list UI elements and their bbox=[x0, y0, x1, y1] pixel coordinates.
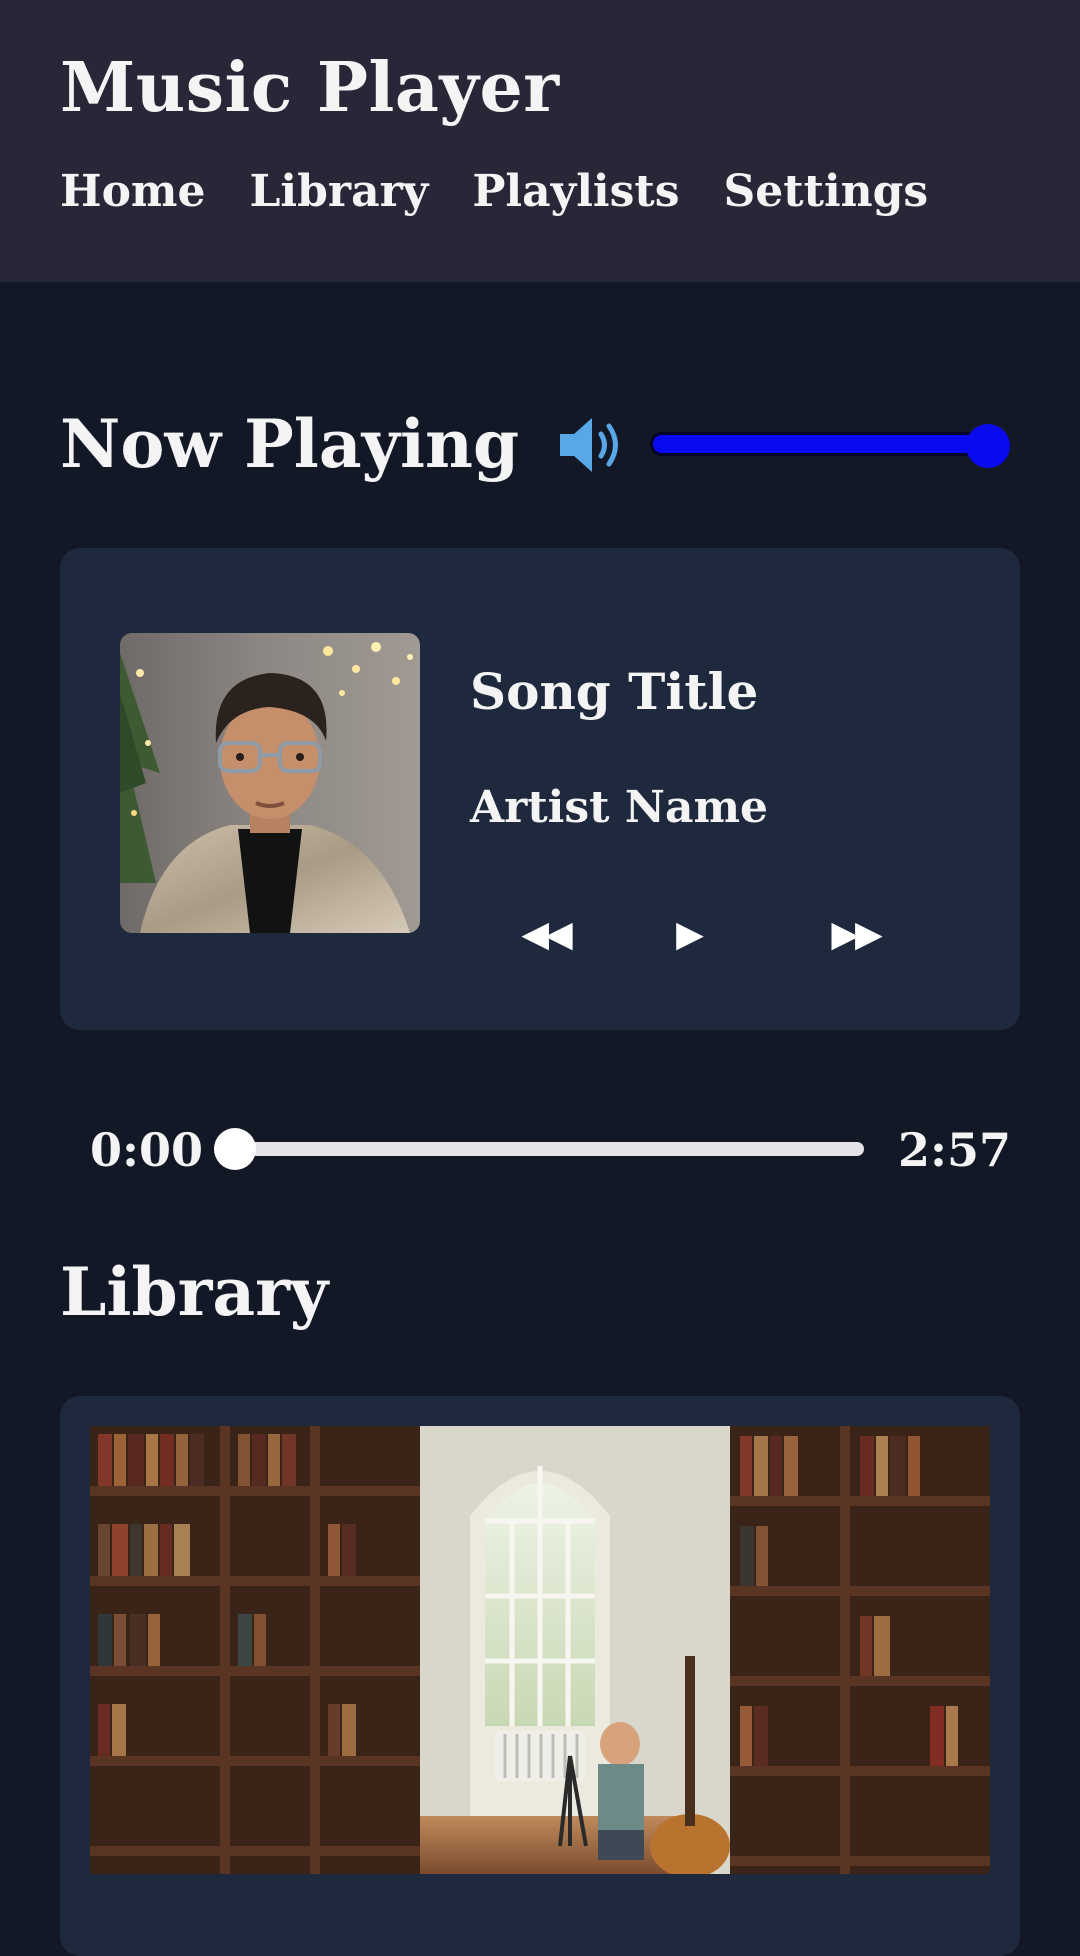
previous-button[interactable]: ◀◀ bbox=[490, 908, 600, 962]
artist-name: Artist Name bbox=[470, 782, 769, 833]
app-header: Music Player Home Library Playlists Sett… bbox=[0, 0, 1080, 282]
nav-library[interactable]: Library bbox=[249, 164, 428, 220]
progress-track bbox=[214, 1142, 864, 1156]
now-playing-heading: Now Playing bbox=[60, 405, 520, 483]
play-button[interactable]: ▶ bbox=[660, 908, 720, 962]
total-time: 2:57 bbox=[898, 1123, 1012, 1177]
library-card[interactable] bbox=[60, 1396, 1020, 1956]
next-button[interactable]: ▶▶ bbox=[800, 908, 910, 962]
app-title: Music Player bbox=[60, 48, 560, 128]
volume-fill bbox=[653, 435, 988, 453]
album-art bbox=[120, 633, 420, 933]
nav-home[interactable]: Home bbox=[60, 164, 205, 220]
volume-slider[interactable] bbox=[650, 424, 1010, 468]
volume-thumb[interactable] bbox=[966, 424, 1010, 468]
nav-playlists[interactable]: Playlists bbox=[472, 164, 679, 220]
main-nav: Home Library Playlists Settings bbox=[60, 164, 972, 220]
progress-thumb[interactable] bbox=[214, 1128, 256, 1170]
song-title: Song Title bbox=[470, 662, 759, 721]
current-time: 0:00 bbox=[90, 1123, 204, 1177]
now-playing-card: Song Title Artist Name ◀◀ ▶ ▶▶ bbox=[60, 548, 1020, 1030]
library-image[interactable] bbox=[90, 1426, 990, 1874]
library-heading: Library bbox=[60, 1253, 329, 1331]
speaker-icon[interactable] bbox=[556, 410, 626, 480]
nav-settings[interactable]: Settings bbox=[724, 164, 929, 220]
progress-slider[interactable] bbox=[214, 1126, 864, 1172]
